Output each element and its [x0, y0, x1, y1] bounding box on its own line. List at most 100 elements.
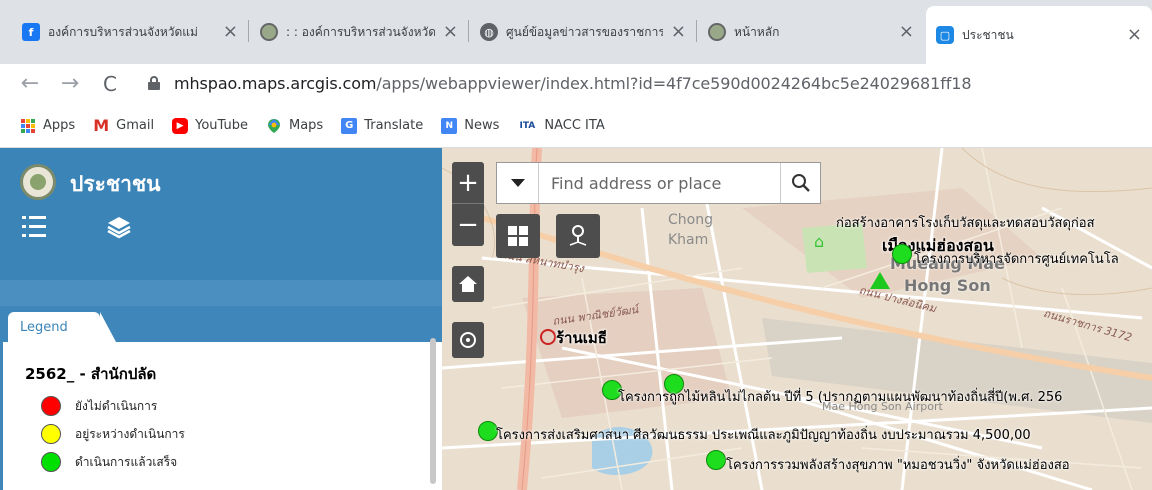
- legend-item-in-progress: อยู่ระหว่างดำเนินการ: [41, 424, 185, 444]
- tab-divider: [248, 20, 249, 42]
- organization-seal-icon: [20, 164, 56, 200]
- forward-arrow-icon[interactable]: →: [56, 70, 84, 98]
- search-widget: [496, 162, 821, 204]
- caret-down-icon: [510, 179, 525, 187]
- tab-title: : : องค์การบริหารส่วนจังหวัดแม่: [286, 24, 435, 39]
- zoom-out-button[interactable]: −: [452, 204, 484, 246]
- bookmark-news[interactable]: N News: [441, 117, 500, 134]
- maps-pin-icon: [266, 118, 282, 134]
- home-button[interactable]: [452, 266, 484, 302]
- legend-item-completed: ดำเนินการแล้วเสร็จ: [41, 452, 177, 472]
- panel-header: ประชาชน: [0, 148, 442, 280]
- translate-icon: G: [341, 117, 358, 134]
- browser-tab-3[interactable]: ◍ ศูนย์ข้อมูลข่าวสารของราชการ ×: [470, 8, 696, 56]
- legend-content: 2562_ - สำนักปลัด ยังไม่ดำเนินการ อยู่ระ…: [0, 342, 442, 490]
- legend-list-icon[interactable]: [22, 214, 46, 240]
- basemap-gallery-button[interactable]: [496, 214, 540, 258]
- grid-icon: [508, 226, 528, 246]
- facebook-icon: f: [22, 23, 40, 41]
- tab-legend[interactable]: Legend: [8, 312, 116, 342]
- map-view[interactable]: Chong Kham เมืองแม่ฮ่องสอน Mueang Mae Ho…: [442, 148, 1152, 490]
- tab-title: ศูนย์ข้อมูลข่าวสารของราชการ: [506, 24, 663, 39]
- search-button[interactable]: [780, 163, 820, 203]
- triangle-marker-icon[interactable]: [870, 272, 890, 289]
- close-icon[interactable]: ×: [443, 23, 458, 41]
- browser-tab-4[interactable]: หน้าหลัก ×: [698, 8, 924, 56]
- browser-tab-5-active[interactable]: ▢ ประชาชน ×: [926, 6, 1152, 64]
- zoom-control: + −: [452, 162, 484, 246]
- zoom-in-button[interactable]: +: [452, 162, 484, 204]
- back-arrow-icon[interactable]: ←: [16, 70, 44, 98]
- project-label: โครงการส่งเสริมศาสนา ศีลวัฒนธรรม ประเพณี…: [496, 428, 1031, 443]
- legend-item-label: อยู่ระหว่างดำเนินการ: [75, 426, 185, 441]
- bookmark-label: Gmail: [116, 118, 155, 133]
- search-source-dropdown[interactable]: [497, 163, 539, 203]
- bookmark-nacc-ita[interactable]: ITA NACC ITA: [517, 118, 604, 134]
- seal-icon: [708, 23, 726, 41]
- search-icon: [791, 174, 810, 192]
- browser-toolbar: ← → C mhspao.maps.arcgis.com/apps/webapp…: [0, 64, 1152, 104]
- project-marker[interactable]: [892, 244, 912, 264]
- tab-title: หน้าหลัก: [734, 24, 780, 39]
- lock-icon: [148, 76, 160, 90]
- close-icon[interactable]: ×: [671, 23, 686, 41]
- tab-divider: [468, 20, 469, 42]
- arcgis-icon: ▢: [936, 26, 954, 44]
- close-icon[interactable]: ×: [899, 23, 914, 41]
- close-icon[interactable]: ×: [223, 23, 238, 41]
- url-host: mhspao.maps.arcgis.com: [174, 74, 377, 93]
- url-path: /apps/webappviewer/index.html?id=4f7ce59…: [376, 74, 972, 93]
- tab-divider: [696, 20, 697, 42]
- legend-panel: Legend 2562_ - สำนักปลัด ยังไม่ดำเนินการ…: [0, 306, 442, 490]
- my-location-button[interactable]: [452, 322, 484, 358]
- browser-tab-strip: f องค์การบริหารส่วนจังหวัดแม่ × : : องค์…: [0, 0, 1152, 64]
- layers-icon[interactable]: [106, 214, 131, 240]
- red-circle-icon: [41, 396, 61, 416]
- bookmark-maps[interactable]: Maps: [266, 118, 323, 134]
- bookmark-label: Maps: [288, 118, 324, 133]
- map-label-kham: Kham: [668, 232, 709, 248]
- map-pin-icon: [569, 225, 587, 246]
- seal-icon: [260, 23, 278, 41]
- project-label: โครงการบริหารจัดการศูนย์เทคโนโล: [914, 252, 1119, 267]
- nacc-ita-icon: ITA: [519, 120, 536, 131]
- legend-item-label: ดำเนินการแล้วเสร็จ: [75, 454, 178, 469]
- tab-title: ประชาชน: [962, 27, 1014, 42]
- bookmarks-bar: Apps M Gmail ▶ YouTube Maps G Translate …: [0, 104, 1152, 148]
- apps-grid-icon: [20, 118, 36, 134]
- crosshair-icon: [460, 332, 476, 348]
- legend-item-not-started: ยังไม่ดำเนินการ: [41, 396, 157, 416]
- legend-layer-title: 2562_ - สำนักปลัด: [25, 365, 157, 383]
- news-icon: N: [441, 117, 458, 134]
- bookmark-label: Translate: [364, 118, 424, 133]
- project-marker[interactable]: [478, 421, 498, 441]
- tab-title: องค์การบริหารส่วนจังหวัดแม่: [48, 24, 198, 39]
- close-icon[interactable]: ×: [1127, 26, 1142, 44]
- home-icon: [459, 276, 477, 292]
- bookmark-label: YouTube: [195, 118, 248, 133]
- project-label: ก่อสร้างอาคารโรงเก็บวัสดุและทดสอบวัสดุก่…: [836, 216, 1095, 231]
- locate-pin-button[interactable]: [556, 214, 600, 258]
- legend-scrollbar[interactable]: [430, 338, 436, 484]
- map-label-chong: Chong: [668, 212, 713, 228]
- search-input[interactable]: [539, 163, 780, 203]
- browser-tab-1[interactable]: f องค์การบริหารส่วนจังหวัดแม่ ×: [12, 8, 248, 56]
- bookmark-label: NACC ITA: [544, 118, 605, 133]
- bookmark-label: News: [464, 118, 500, 133]
- bookmark-apps[interactable]: Apps: [20, 118, 75, 134]
- address-bar[interactable]: mhspao.maps.arcgis.com/apps/webappviewer…: [174, 74, 972, 93]
- house-marker-icon[interactable]: ⌂: [814, 232, 824, 251]
- map-poi-ran-mee[interactable]: ร้านเมธี: [540, 326, 607, 350]
- project-label: โครงการถูกไม้หลินไม่ไกลต้น ปีที่ 5 (ปราก…: [618, 390, 1063, 405]
- bookmark-youtube[interactable]: ▶ YouTube: [172, 117, 248, 134]
- globe-icon: ◍: [480, 23, 498, 41]
- youtube-icon: ▶: [172, 117, 189, 134]
- legend-tab-bar: Legend: [0, 306, 442, 342]
- reload-icon[interactable]: C: [96, 70, 124, 98]
- bookmark-translate[interactable]: G Translate: [341, 117, 424, 134]
- project-marker[interactable]: [706, 450, 726, 470]
- bookmark-gmail[interactable]: M Gmail: [93, 116, 155, 135]
- panel-title: ประชาชน: [70, 172, 161, 196]
- no-entry-icon: [540, 329, 556, 345]
- browser-tab-2[interactable]: : : องค์การบริหารส่วนจังหวัดแม่ ×: [250, 8, 468, 56]
